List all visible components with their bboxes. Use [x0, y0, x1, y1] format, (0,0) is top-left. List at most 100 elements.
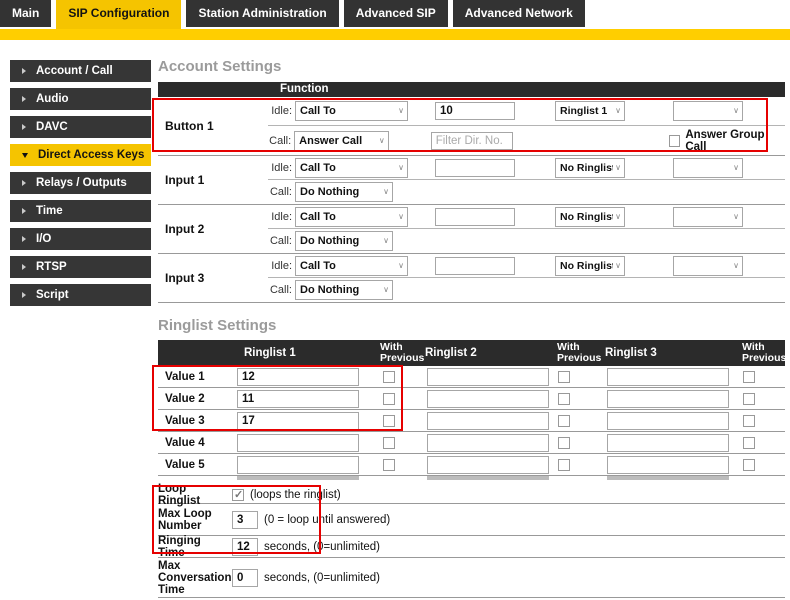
- input1-call-action-select[interactable]: Do Nothing: [295, 182, 393, 202]
- value3-wp1-checkbox[interactable]: [383, 415, 395, 427]
- value5-ringlist3-input[interactable]: [607, 456, 729, 474]
- sidebar-item-relays-outputs[interactable]: Relays / Outputs: [10, 172, 151, 194]
- value5-wp1-checkbox[interactable]: [383, 459, 395, 471]
- value1-wp3-checkbox[interactable]: [743, 371, 755, 383]
- idle-label: Idle:: [268, 260, 292, 272]
- button1-idle-extra-select-wrap: ∨: [673, 101, 743, 121]
- value2-wp1-checkbox[interactable]: [383, 393, 395, 405]
- value3-ringlist3-input[interactable]: [607, 412, 729, 430]
- input1-idle-extra-select[interactable]: [673, 158, 743, 178]
- ringlist-row-value4: Value 4: [158, 432, 785, 454]
- input2-idle-extra-select-wrap: ∨: [673, 207, 743, 227]
- max-loop-number-note: (0 = loop until answered): [264, 514, 390, 526]
- tab-sip-configuration[interactable]: SIP Configuration: [56, 0, 181, 29]
- value4-wp2-checkbox[interactable]: [558, 437, 570, 449]
- input1-idle-action-select-wrap: Call To ∨: [295, 158, 408, 178]
- loop-ringlist-label: Loop Ringlist: [158, 483, 232, 507]
- value1-wp1-checkbox[interactable]: [383, 371, 395, 383]
- row-label-button1: Button 1: [158, 97, 268, 155]
- chevron-right-icon: [22, 68, 26, 74]
- button1-call-filter-input[interactable]: [431, 132, 513, 150]
- ringlist-row-value1: Value 1: [158, 366, 785, 388]
- button1-idle-ringlist-select[interactable]: Ringlist 1: [555, 101, 625, 121]
- value4-ringlist2-input[interactable]: [427, 434, 549, 452]
- ringing-time-note: seconds, (0=unlimited): [264, 541, 380, 553]
- value1-ringlist1-input[interactable]: [237, 368, 359, 386]
- sidebar-item-davc[interactable]: DAVC: [10, 116, 151, 138]
- chevron-right-icon: [22, 180, 26, 186]
- max-conversation-time-label: Max Conversation Time: [158, 560, 232, 596]
- loop-ringlist-checkbox[interactable]: [232, 489, 244, 501]
- sidebar-item-audio[interactable]: Audio: [10, 88, 151, 110]
- answer-group-call-checkbox[interactable]: [669, 135, 681, 147]
- input3-idle-number-input[interactable]: [435, 257, 515, 275]
- value4-ringlist3-input[interactable]: [607, 434, 729, 452]
- button1-idle-extra-select[interactable]: [673, 101, 743, 121]
- sidebar-item-time[interactable]: Time: [10, 200, 151, 222]
- input2-idle-number-input[interactable]: [435, 208, 515, 226]
- input3-idle-action-select[interactable]: Call To: [295, 256, 408, 276]
- page: Main SIP Configuration Station Administr…: [0, 0, 790, 600]
- input2-idle-action-select[interactable]: Call To: [295, 207, 408, 227]
- button1-call-action-select-wrap: Answer Call ∨: [294, 131, 389, 151]
- value5-ringlist1-input[interactable]: [237, 456, 359, 474]
- input1-idle-ringlist-select[interactable]: No Ringlist: [555, 158, 625, 178]
- tab-advanced-sip[interactable]: Advanced SIP: [344, 0, 448, 27]
- input3-idle-action-select-wrap: Call To ∨: [295, 256, 408, 276]
- ringlist-row-value5: Value 5: [158, 454, 785, 476]
- tab-advanced-network[interactable]: Advanced Network: [453, 0, 585, 27]
- input3-call-action-select[interactable]: Do Nothing: [295, 280, 393, 300]
- value5-wp2-checkbox[interactable]: [558, 459, 570, 471]
- input2-idle-extra-select[interactable]: [673, 207, 743, 227]
- value2-ringlist2-input[interactable]: [427, 390, 549, 408]
- chevron-down-icon: [22, 153, 28, 158]
- sidebar-item-direct-access-keys[interactable]: Direct Access Keys: [10, 144, 151, 166]
- max-loop-number-label: Max Loop Number: [158, 508, 232, 532]
- value5-ringlist2-input[interactable]: [427, 456, 549, 474]
- value2-ringlist1-input[interactable]: [237, 390, 359, 408]
- input3-idle-ringlist-select[interactable]: No Ringlist: [555, 256, 625, 276]
- answer-group-call-label: Answer Group Call: [685, 129, 785, 153]
- account-settings-heading: Account Settings: [158, 55, 790, 76]
- ringlist-header-spacer: [158, 340, 235, 366]
- max-loop-number-input[interactable]: [232, 511, 258, 529]
- value4-wp1-checkbox[interactable]: [383, 437, 395, 449]
- input1-idle-number-input[interactable]: [435, 159, 515, 177]
- value4-ringlist1-input[interactable]: [237, 434, 359, 452]
- input2-idle-ringlist-select[interactable]: No Ringlist: [555, 207, 625, 227]
- value3-wp3-checkbox[interactable]: [743, 415, 755, 427]
- value3-ringlist2-input[interactable]: [427, 412, 549, 430]
- input1-idle-ringlist-select-wrap: No Ringlist ∨: [555, 158, 625, 178]
- value3-wp2-checkbox[interactable]: [558, 415, 570, 427]
- input3-idle-extra-select[interactable]: [673, 256, 743, 276]
- value2-wp2-checkbox[interactable]: [558, 393, 570, 405]
- value2-wp3-checkbox[interactable]: [743, 393, 755, 405]
- button1-call-action-select[interactable]: Answer Call: [294, 131, 389, 151]
- input1-idle-action-select[interactable]: Call To: [295, 158, 408, 178]
- accent-bar: [0, 29, 790, 40]
- sidebar-item-rtsp[interactable]: RTSP: [10, 256, 151, 278]
- idle-label: Idle:: [268, 211, 292, 223]
- value5-wp3-checkbox[interactable]: [743, 459, 755, 471]
- value2-ringlist3-input[interactable]: [607, 390, 729, 408]
- value1-wp2-checkbox[interactable]: [558, 371, 570, 383]
- value4-wp3-checkbox[interactable]: [743, 437, 755, 449]
- max-conversation-time-note: seconds, (0=unlimited): [264, 572, 380, 584]
- max-conversation-time-input[interactable]: [232, 569, 258, 587]
- input2-idle-action-select-wrap: Call To ∨: [295, 207, 408, 227]
- ringlist-table-header: Ringlist 1 With Previous Ringlist 2 With…: [158, 340, 785, 366]
- sidebar-item-io[interactable]: I/O: [10, 228, 151, 250]
- value1-ringlist3-input[interactable]: [607, 368, 729, 386]
- ringlist-settings-heading: Ringlist Settings: [158, 317, 790, 335]
- value3-ringlist1-input[interactable]: [237, 412, 359, 430]
- value1-ringlist2-input[interactable]: [427, 368, 549, 386]
- tab-station-administration[interactable]: Station Administration: [186, 0, 338, 27]
- button1-idle-number-input[interactable]: [435, 102, 515, 120]
- sidebar-item-account-call[interactable]: Account / Call: [10, 60, 151, 82]
- sidebar-item-script[interactable]: Script: [10, 284, 151, 306]
- button1-idle-action-select[interactable]: Call To: [295, 101, 408, 121]
- input1-idle-extra-select-wrap: ∨: [673, 158, 743, 178]
- tab-main[interactable]: Main: [0, 0, 51, 27]
- ringing-time-input[interactable]: [232, 538, 258, 556]
- input2-call-action-select[interactable]: Do Nothing: [295, 231, 393, 251]
